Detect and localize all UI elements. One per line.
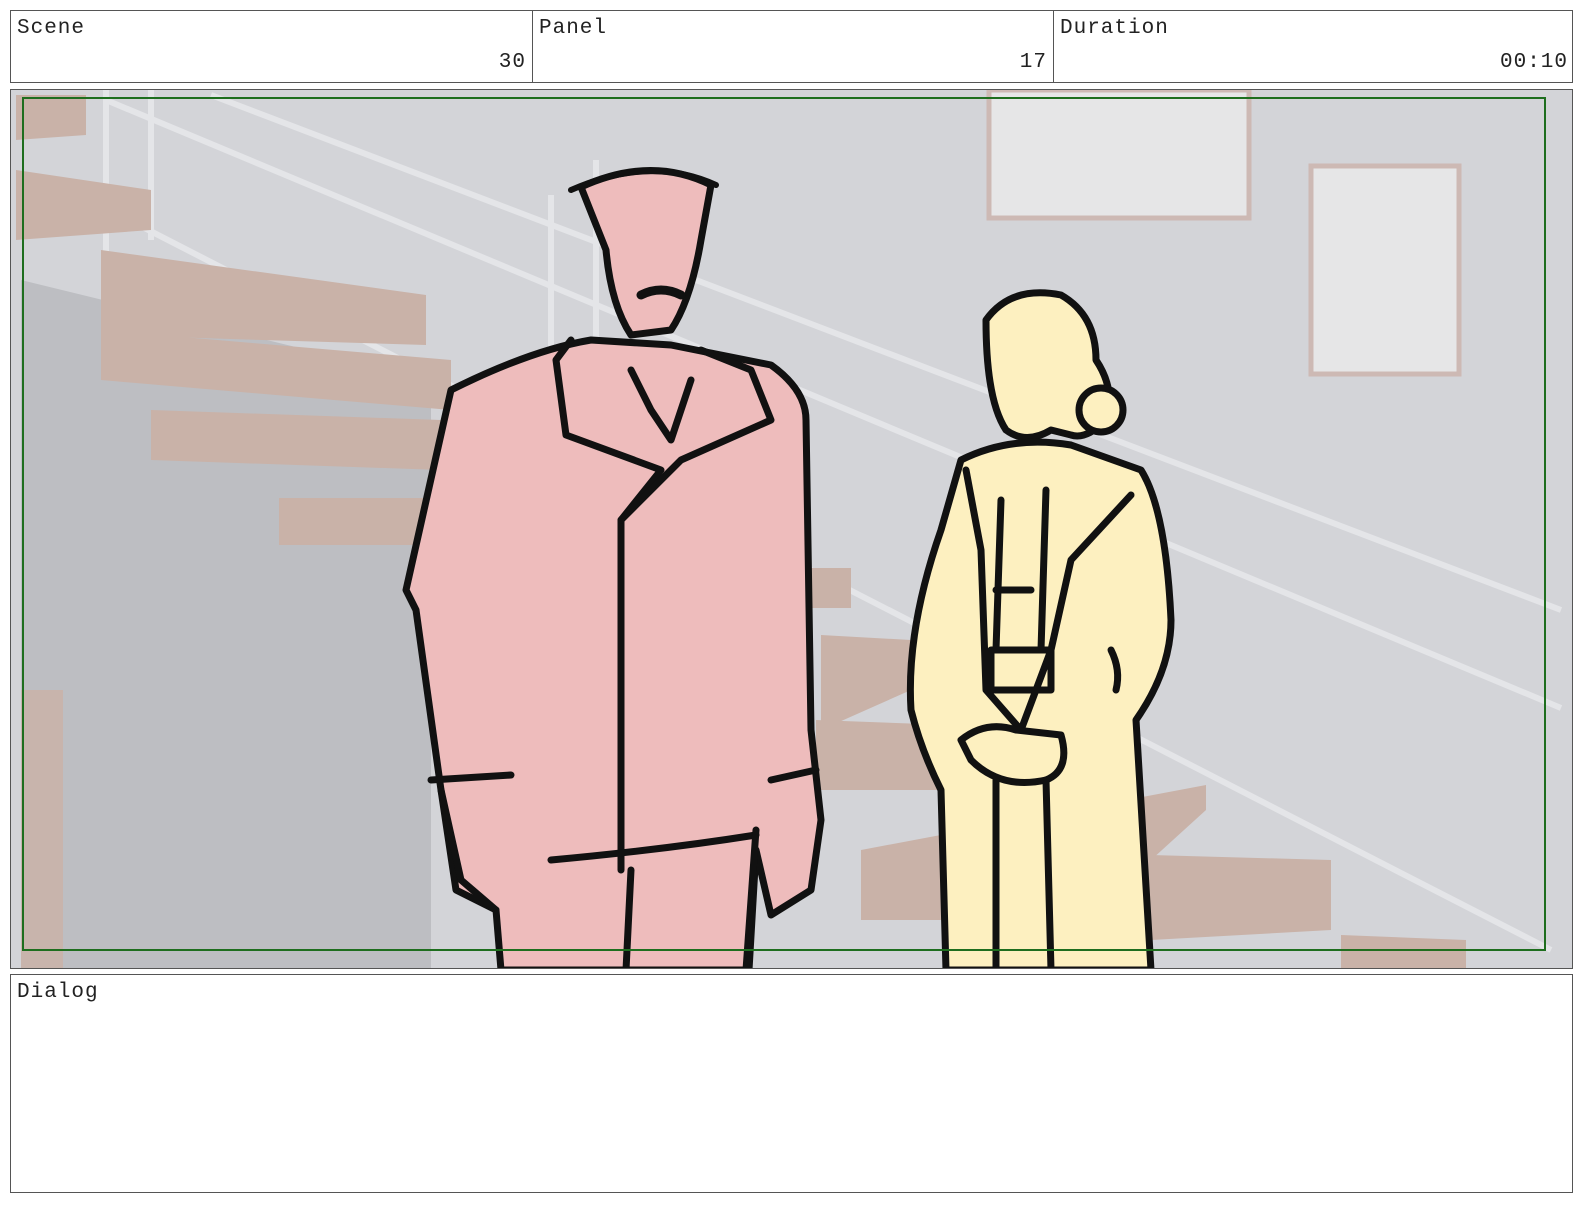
panel-label: Panel — [539, 17, 608, 40]
panel-artwork — [11, 90, 1572, 968]
dialog-text[interactable] — [17, 1015, 1566, 1186]
dialog-box[interactable]: Dialog — [10, 974, 1573, 1193]
duration-label: Duration — [1060, 17, 1169, 40]
storyboard-panel[interactable] — [10, 89, 1573, 969]
panel-number: 17 — [1019, 51, 1047, 74]
scene-cell[interactable]: Scene 30 — [11, 11, 532, 82]
duration-value: 00:10 — [1499, 51, 1568, 74]
panel-cell[interactable]: Panel 17 — [532, 11, 1053, 82]
dialog-label: Dialog — [17, 981, 99, 1004]
stair-post — [21, 690, 63, 968]
duration-cell[interactable]: Duration 00:10 — [1053, 11, 1574, 82]
wall-frame-large — [986, 90, 1252, 221]
scene-number: 30 — [498, 51, 526, 74]
wall-frame-small — [1308, 163, 1462, 377]
scene-label: Scene — [17, 17, 86, 40]
header-bar: Scene 30 Panel 17 Duration 00:10 — [10, 10, 1573, 83]
